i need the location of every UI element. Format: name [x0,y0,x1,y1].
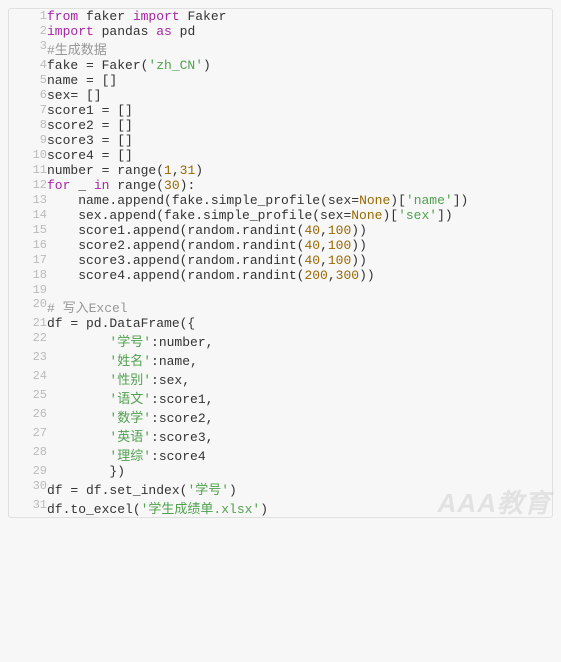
line-content: #生成数据 [47,39,552,58]
line-content: # 写入Excel [47,297,552,316]
code-line: 23 '姓名':name, [9,350,552,369]
line-number: 6 [9,88,47,103]
line-content: '性别':sex, [47,369,552,388]
line-content: '学号':number, [47,331,552,350]
line-content: score4 = [] [47,148,552,163]
line-content: number = range(1,31) [47,163,552,178]
code-line: 5name = [] [9,73,552,88]
line-number: 30 [9,479,47,498]
line-number: 22 [9,331,47,350]
code-line: 28 '理综':score4 [9,445,552,464]
line-content: '姓名':name, [47,350,552,369]
code-line: 9score3 = [] [9,133,552,148]
line-content: score2 = [] [47,118,552,133]
line-content: from faker import Faker [47,9,552,24]
line-content: score2.append(random.randint(40,100)) [47,238,552,253]
line-number: 16 [9,238,47,253]
line-content [47,283,552,297]
code-line: 27 '英语':score3, [9,426,552,445]
line-content: name.append(fake.simple_profile(sex=None… [47,193,552,208]
line-number: 29 [9,464,47,479]
line-content: fake = Faker('zh_CN') [47,58,552,73]
line-number: 8 [9,118,47,133]
watermark: AAA教育 [438,483,551,520]
code-line: 1from faker import Faker [9,9,552,24]
line-content: for _ in range(30): [47,178,552,193]
line-number: 2 [9,24,47,39]
code-line: 29 }) [9,464,552,479]
line-content: '理综':score4 [47,445,552,464]
line-number: 7 [9,103,47,118]
code-line: 25 '语文':score1, [9,388,552,407]
line-number: 14 [9,208,47,223]
code-table: 1from faker import Faker2import pandas a… [9,9,552,517]
code-line: 8score2 = [] [9,118,552,133]
code-line: 3#生成数据 [9,39,552,58]
line-number: 24 [9,369,47,388]
line-content: score1.append(random.randint(40,100)) [47,223,552,238]
line-content: '数学':score2, [47,407,552,426]
line-content: sex.append(fake.simple_profile(sex=None)… [47,208,552,223]
line-number: 21 [9,316,47,331]
line-number: 28 [9,445,47,464]
line-content: score1 = [] [47,103,552,118]
line-content: '英语':score3, [47,426,552,445]
code-line: 26 '数学':score2, [9,407,552,426]
line-number: 23 [9,350,47,369]
line-number: 1 [9,9,47,24]
code-line: 22 '学号':number, [9,331,552,350]
code-line: 14 sex.append(fake.simple_profile(sex=No… [9,208,552,223]
line-number: 12 [9,178,47,193]
line-number: 18 [9,268,47,283]
line-number: 10 [9,148,47,163]
line-number: 31 [9,498,47,517]
code-line: 19 [9,283,552,297]
line-number: 27 [9,426,47,445]
line-number: 17 [9,253,47,268]
line-number: 9 [9,133,47,148]
code-line: 13 name.append(fake.simple_profile(sex=N… [9,193,552,208]
code-line: 24 '性别':sex, [9,369,552,388]
line-number: 15 [9,223,47,238]
code-line: 6sex= [] [9,88,552,103]
line-content: import pandas as pd [47,24,552,39]
code-line: 15 score1.append(random.randint(40,100)) [9,223,552,238]
line-content: df = pd.DataFrame({ [47,316,552,331]
line-number: 5 [9,73,47,88]
code-line: 17 score3.append(random.randint(40,100)) [9,253,552,268]
line-content: sex= [] [47,88,552,103]
line-number: 11 [9,163,47,178]
line-number: 26 [9,407,47,426]
line-content: '语文':score1, [47,388,552,407]
line-content: }) [47,464,552,479]
code-line: 18 score4.append(random.randint(200,300)… [9,268,552,283]
code-line: 2import pandas as pd [9,24,552,39]
line-content: score3 = [] [47,133,552,148]
line-content: score4.append(random.randint(200,300)) [47,268,552,283]
code-line: 20# 写入Excel [9,297,552,316]
line-number: 13 [9,193,47,208]
code-line: 16 score2.append(random.randint(40,100)) [9,238,552,253]
line-number: 25 [9,388,47,407]
line-number: 4 [9,58,47,73]
line-number: 3 [9,39,47,58]
line-content: name = [] [47,73,552,88]
line-number: 19 [9,283,47,297]
code-line: 4fake = Faker('zh_CN') [9,58,552,73]
line-content: score3.append(random.randint(40,100)) [47,253,552,268]
code-line: 7score1 = [] [9,103,552,118]
line-number: 20 [9,297,47,316]
code-line: 21df = pd.DataFrame({ [9,316,552,331]
code-line: 12for _ in range(30): [9,178,552,193]
code-line: 10score4 = [] [9,148,552,163]
code-block: 1from faker import Faker2import pandas a… [8,8,553,518]
code-line: 11number = range(1,31) [9,163,552,178]
